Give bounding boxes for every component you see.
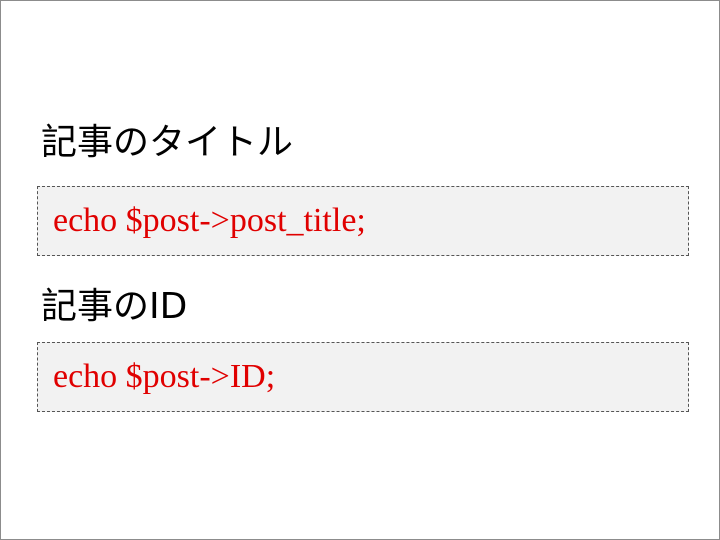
slide: 記事のタイトル echo $post->post_title; 記事のID ec… xyxy=(0,0,720,540)
post-id-heading: 記事のID xyxy=(41,286,188,327)
post-title-heading: 記事のタイトル xyxy=(41,122,294,163)
post-title-code-block: echo $post->post_title; xyxy=(37,186,689,256)
post-id-code-block: echo $post->ID; xyxy=(37,342,689,412)
post-id-code-text: echo $post->ID; xyxy=(53,358,276,395)
post-title-code-text: echo $post->post_title; xyxy=(53,202,366,239)
